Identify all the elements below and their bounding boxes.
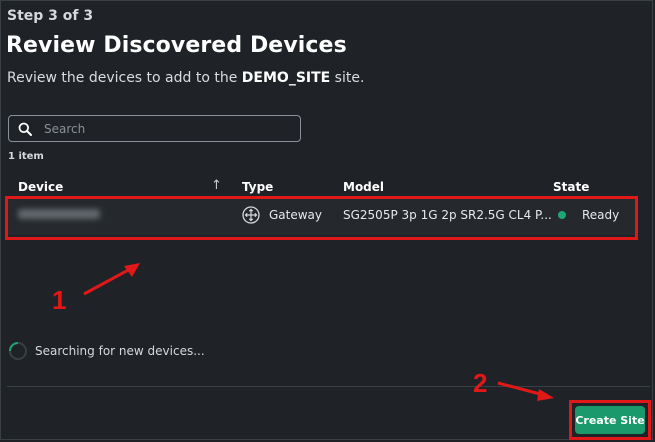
create-site-button[interactable]: Create Site <box>575 406 645 434</box>
annotation-arrow-2 <box>497 381 554 401</box>
subtitle-suffix: site. <box>330 70 365 86</box>
search-box[interactable] <box>8 115 301 142</box>
sort-ascending-icon[interactable]: ↑ <box>211 178 222 193</box>
annotation-highlight-row <box>5 196 638 240</box>
column-header-model[interactable]: Model <box>343 180 384 194</box>
step-indicator: Step 3 of 3 <box>7 8 94 24</box>
search-icon <box>18 122 40 136</box>
annotation-label-2: 2 <box>473 368 488 398</box>
subtitle-prefix: Review the devices to add to the <box>7 70 242 86</box>
site-name: DEMO_SITE <box>241 70 331 86</box>
column-header-device[interactable]: Device <box>18 180 63 194</box>
page-title: Review Discovered Devices <box>6 33 347 58</box>
annotation-arrow-1 <box>83 263 140 296</box>
searching-status: Searching for new devices... <box>35 344 205 358</box>
column-header-state[interactable]: State <box>553 180 589 194</box>
annotation-label-1: 1 <box>52 285 67 315</box>
search-input[interactable] <box>42 120 286 137</box>
page-subtitle: Review the devices to add to the DEMO_SI… <box>7 70 364 86</box>
column-header-type[interactable]: Type <box>242 180 273 194</box>
loading-spinner-icon <box>8 341 28 365</box>
item-count: 1 item <box>8 151 44 162</box>
